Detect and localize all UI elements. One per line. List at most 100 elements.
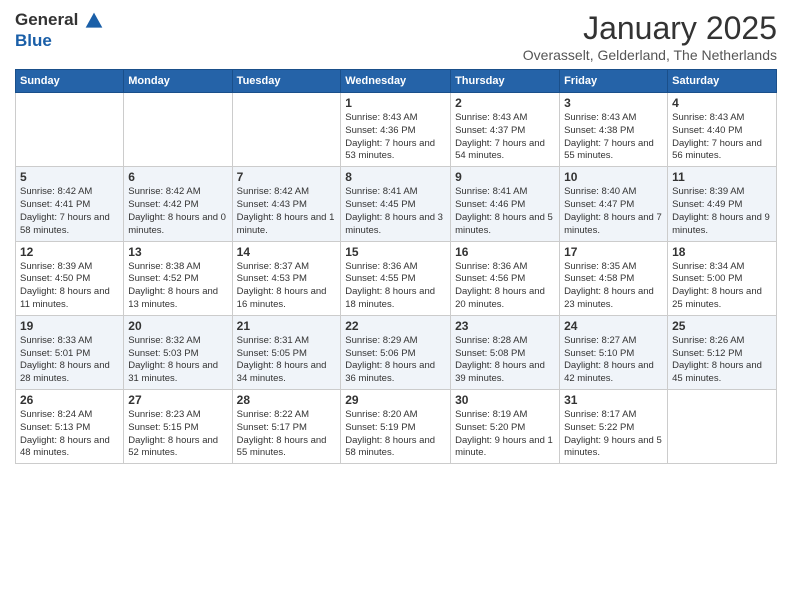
calendar-cell	[668, 390, 777, 464]
logo-icon	[84, 11, 104, 31]
day-number: 5	[20, 170, 119, 184]
day-number: 12	[20, 245, 119, 259]
day-info: Sunrise: 8:29 AM Sunset: 5:06 PM Dayligh…	[345, 335, 446, 386]
day-info: Sunrise: 8:22 AM Sunset: 5:17 PM Dayligh…	[237, 409, 337, 460]
day-info: Sunrise: 8:40 AM Sunset: 4:47 PM Dayligh…	[564, 186, 663, 237]
calendar-day-header: Saturday	[668, 70, 777, 93]
day-number: 2	[455, 96, 555, 110]
day-number: 13	[128, 245, 227, 259]
day-info: Sunrise: 8:28 AM Sunset: 5:08 PM Dayligh…	[455, 335, 555, 386]
day-number: 8	[345, 170, 446, 184]
day-info: Sunrise: 8:31 AM Sunset: 5:05 PM Dayligh…	[237, 335, 337, 386]
day-number: 10	[564, 170, 663, 184]
day-info: Sunrise: 8:37 AM Sunset: 4:53 PM Dayligh…	[237, 261, 337, 312]
day-info: Sunrise: 8:39 AM Sunset: 4:49 PM Dayligh…	[672, 186, 772, 237]
calendar-cell: 13Sunrise: 8:38 AM Sunset: 4:52 PM Dayli…	[124, 241, 232, 315]
day-number: 19	[20, 319, 119, 333]
day-number: 27	[128, 393, 227, 407]
day-info: Sunrise: 8:42 AM Sunset: 4:42 PM Dayligh…	[128, 186, 227, 237]
day-number: 4	[672, 96, 772, 110]
calendar-cell: 18Sunrise: 8:34 AM Sunset: 5:00 PM Dayli…	[668, 241, 777, 315]
calendar-cell: 10 Sunrise: 8:40 AM Sunset: 4:47 PM Dayli…	[560, 167, 668, 241]
calendar-cell: 29 Sunrise: 8:20 AM Sunset: 5:19 PM Dayli…	[341, 390, 451, 464]
logo-text: General Blue	[15, 10, 104, 50]
location: Overasselt, Gelderland, The Netherlands	[523, 47, 777, 63]
day-info: Sunrise: 8:24 AM Sunset: 5:13 PM Dayligh…	[20, 409, 119, 460]
calendar-cell	[124, 93, 232, 167]
day-number: 14	[237, 245, 337, 259]
day-number: 31	[564, 393, 663, 407]
calendar-cell: 19 Sunrise: 8:33 AM Sunset: 5:01 PM Dayli…	[16, 315, 124, 389]
day-info: Sunrise: 8:41 AM Sunset: 4:45 PM Dayligh…	[345, 186, 446, 237]
calendar-cell: 8 Sunrise: 8:41 AM Sunset: 4:45 PM Daylig…	[341, 167, 451, 241]
calendar-cell: 4 Sunrise: 8:43 AM Sunset: 4:40 PM Daylig…	[668, 93, 777, 167]
day-number: 20	[128, 319, 227, 333]
day-info: Sunrise: 8:19 AM Sunset: 5:20 PM Dayligh…	[455, 409, 555, 460]
calendar-day-header: Wednesday	[341, 70, 451, 93]
day-info: Sunrise: 8:43 AM Sunset: 4:37 PM Dayligh…	[455, 112, 555, 163]
calendar-cell: 6 Sunrise: 8:42 AM Sunset: 4:42 PM Daylig…	[124, 167, 232, 241]
calendar-cell: 9 Sunrise: 8:41 AM Sunset: 4:46 PM Daylig…	[451, 167, 560, 241]
day-number: 26	[20, 393, 119, 407]
calendar-day-header: Thursday	[451, 70, 560, 93]
logo-blue: Blue	[15, 31, 104, 51]
day-info: Sunrise: 8:33 AM Sunset: 5:01 PM Dayligh…	[20, 335, 119, 386]
day-number: 15	[345, 245, 446, 259]
logo: General Blue	[15, 10, 104, 50]
day-info: Sunrise: 8:26 AM Sunset: 5:12 PM Dayligh…	[672, 335, 772, 386]
day-info: Sunrise: 8:42 AM Sunset: 4:41 PM Dayligh…	[20, 186, 119, 237]
day-number: 25	[672, 319, 772, 333]
day-info: Sunrise: 8:41 AM Sunset: 4:46 PM Dayligh…	[455, 186, 555, 237]
day-number: 23	[455, 319, 555, 333]
page-container: General Blue January 2025 Overasselt, Ge…	[0, 0, 792, 474]
day-info: Sunrise: 8:17 AM Sunset: 5:22 PM Dayligh…	[564, 409, 663, 460]
calendar-week-row: 19 Sunrise: 8:33 AM Sunset: 5:01 PM Dayli…	[16, 315, 777, 389]
calendar-week-row: 1Sunrise: 8:43 AM Sunset: 4:36 PM Daylig…	[16, 93, 777, 167]
calendar-day-header: Friday	[560, 70, 668, 93]
calendar-cell: 2 Sunrise: 8:43 AM Sunset: 4:37 PM Daylig…	[451, 93, 560, 167]
calendar-cell: 7Sunrise: 8:42 AM Sunset: 4:43 PM Daylig…	[232, 167, 341, 241]
header: General Blue January 2025 Overasselt, Ge…	[15, 10, 777, 63]
day-info: Sunrise: 8:34 AM Sunset: 5:00 PM Dayligh…	[672, 261, 772, 312]
day-number: 7	[237, 170, 337, 184]
calendar-week-row: 26 Sunrise: 8:24 AM Sunset: 5:13 PM Dayli…	[16, 390, 777, 464]
calendar-day-header: Sunday	[16, 70, 124, 93]
calendar-cell: 17Sunrise: 8:35 AM Sunset: 4:58 PM Dayli…	[560, 241, 668, 315]
day-info: Sunrise: 8:43 AM Sunset: 4:40 PM Dayligh…	[672, 112, 772, 163]
day-number: 28	[237, 393, 337, 407]
day-info: Sunrise: 8:20 AM Sunset: 5:19 PM Dayligh…	[345, 409, 446, 460]
day-number: 22	[345, 319, 446, 333]
calendar-cell: 5 Sunrise: 8:42 AM Sunset: 4:41 PM Daylig…	[16, 167, 124, 241]
day-number: 9	[455, 170, 555, 184]
calendar-cell: 20 Sunrise: 8:32 AM Sunset: 5:03 PM Dayli…	[124, 315, 232, 389]
calendar-cell	[232, 93, 341, 167]
day-number: 29	[345, 393, 446, 407]
calendar-cell: 30 Sunrise: 8:19 AM Sunset: 5:20 PM Dayli…	[451, 390, 560, 464]
calendar-header-row: SundayMondayTuesdayWednesdayThursdayFrid…	[16, 70, 777, 93]
calendar-cell	[16, 93, 124, 167]
calendar-cell: 11 Sunrise: 8:39 AM Sunset: 4:49 PM Dayli…	[668, 167, 777, 241]
calendar-cell: 24 Sunrise: 8:27 AM Sunset: 5:10 PM Dayli…	[560, 315, 668, 389]
calendar-cell: 1Sunrise: 8:43 AM Sunset: 4:36 PM Daylig…	[341, 93, 451, 167]
day-info: Sunrise: 8:43 AM Sunset: 4:38 PM Dayligh…	[564, 112, 663, 163]
calendar-cell: 15 Sunrise: 8:36 AM Sunset: 4:55 PM Dayli…	[341, 241, 451, 315]
day-info: Sunrise: 8:35 AM Sunset: 4:58 PM Dayligh…	[564, 261, 663, 312]
day-number: 30	[455, 393, 555, 407]
day-number: 3	[564, 96, 663, 110]
calendar-cell: 27Sunrise: 8:23 AM Sunset: 5:15 PM Dayli…	[124, 390, 232, 464]
calendar-week-row: 12Sunrise: 8:39 AM Sunset: 4:50 PM Dayli…	[16, 241, 777, 315]
day-info: Sunrise: 8:36 AM Sunset: 4:56 PM Dayligh…	[455, 261, 555, 312]
calendar-cell: 31 Sunrise: 8:17 AM Sunset: 5:22 PM Dayli…	[560, 390, 668, 464]
day-number: 24	[564, 319, 663, 333]
day-info: Sunrise: 8:27 AM Sunset: 5:10 PM Dayligh…	[564, 335, 663, 386]
day-number: 11	[672, 170, 772, 184]
day-number: 21	[237, 319, 337, 333]
calendar-cell: 23 Sunrise: 8:28 AM Sunset: 5:08 PM Dayli…	[451, 315, 560, 389]
calendar-cell: 25 Sunrise: 8:26 AM Sunset: 5:12 PM Dayli…	[668, 315, 777, 389]
calendar-day-header: Monday	[124, 70, 232, 93]
title-block: January 2025 Overasselt, Gelderland, The…	[523, 10, 777, 63]
day-info: Sunrise: 8:32 AM Sunset: 5:03 PM Dayligh…	[128, 335, 227, 386]
day-number: 6	[128, 170, 227, 184]
calendar-table: SundayMondayTuesdayWednesdayThursdayFrid…	[15, 69, 777, 464]
day-info: Sunrise: 8:36 AM Sunset: 4:55 PM Dayligh…	[345, 261, 446, 312]
